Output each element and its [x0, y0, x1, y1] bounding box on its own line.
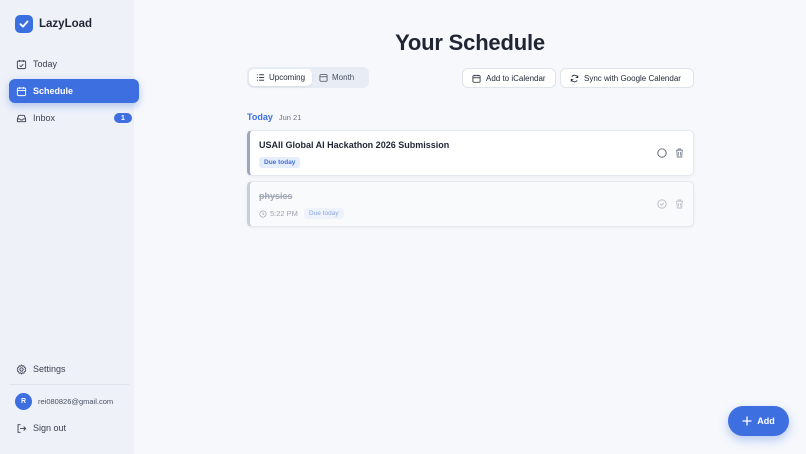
add-button-label: Add	[757, 416, 775, 426]
task-time-text: 5:22 PM	[270, 209, 298, 218]
tab-upcoming[interactable]: Upcoming	[249, 69, 313, 86]
tab-month[interactable]: Month	[312, 69, 361, 86]
task-meta: 5:22 PM Due today	[259, 208, 344, 219]
calendar-check-icon	[16, 59, 27, 69]
task-actions	[657, 199, 684, 209]
tab-label: Upcoming	[269, 73, 306, 82]
sidebar-item-inbox[interactable]: Inbox 1	[9, 106, 139, 130]
task-meta: Due today	[259, 157, 301, 168]
day-label: Today	[247, 112, 273, 122]
user-profile[interactable]: R rei080826@gmail.com	[9, 390, 129, 412]
sidebar-item-schedule[interactable]: Schedule	[9, 79, 139, 103]
task-card[interactable]: USAII Global AI Hackathon 2026 Submissio…	[247, 130, 694, 176]
sidebar-item-label: Today	[33, 59, 58, 69]
tab-label: Month	[332, 73, 355, 82]
trash-icon[interactable]	[675, 148, 684, 158]
sync-google-calendar-button[interactable]: Sync with Google Calendar	[560, 68, 694, 88]
complete-circle-icon[interactable]	[657, 148, 667, 158]
task-actions	[657, 148, 684, 158]
app-root: LazyLoad Today Schedule Inbox 1 Settings	[0, 0, 806, 454]
gear-icon	[16, 364, 27, 374]
check-icon	[15, 15, 33, 33]
completed-check-icon[interactable]	[657, 199, 667, 209]
inbox-count-badge: 1	[114, 113, 132, 123]
task-title: physics	[259, 191, 293, 201]
sign-out-icon	[17, 423, 27, 433]
sidebar-divider	[9, 384, 129, 385]
view-toggle: Upcoming Month	[247, 67, 369, 88]
calendar-icon	[319, 74, 328, 82]
main-content: Your Schedule Upcoming Month Add to iCal…	[134, 0, 806, 454]
due-badge: Due today	[259, 157, 301, 168]
due-badge: Due today	[303, 208, 344, 219]
day-date: Jun 21	[278, 113, 302, 122]
app-name: LazyLoad	[39, 18, 93, 30]
calendar-icon	[16, 86, 27, 96]
button-label: Sync with Google Calendar	[584, 73, 681, 83]
task-time: 5:22 PM	[259, 209, 298, 218]
task-card[interactable]: physics 5:22 PM Due today	[247, 181, 694, 227]
add-to-icalendar-button[interactable]: Add to iCalendar	[462, 68, 556, 88]
sign-out-button[interactable]: Sign out	[9, 416, 129, 440]
button-label: Add to iCalendar	[486, 73, 546, 83]
settings-link[interactable]: Settings	[9, 359, 129, 379]
sidebar-item-today[interactable]: Today	[9, 52, 139, 76]
sidebar-footer: Settings R rei080826@gmail.com Sign out	[9, 359, 129, 440]
plus-icon	[742, 416, 752, 426]
brand[interactable]: LazyLoad	[15, 15, 92, 33]
inbox-icon	[16, 114, 27, 122]
task-title: USAII Global AI Hackathon 2026 Submissio…	[259, 140, 450, 150]
refresh-icon	[570, 74, 579, 82]
sidebar-item-label: Inbox	[33, 113, 56, 123]
add-task-button[interactable]: Add	[728, 406, 789, 436]
sidebar-nav: Today Schedule Inbox 1	[9, 52, 139, 133]
list-icon	[256, 74, 265, 81]
sign-out-label: Sign out	[33, 423, 67, 433]
clock-icon	[259, 209, 267, 218]
calendar-icon	[472, 74, 481, 83]
trash-icon[interactable]	[675, 199, 684, 209]
sidebar-item-label: Schedule	[33, 86, 74, 96]
settings-label: Settings	[33, 364, 66, 374]
sidebar: LazyLoad Today Schedule Inbox 1 Settings	[0, 0, 139, 454]
page-title: Your Schedule	[395, 30, 545, 55]
user-email: rei080826@gmail.com	[38, 396, 114, 406]
day-header: Today Jun 21	[247, 112, 301, 122]
avatar: R	[15, 392, 32, 410]
